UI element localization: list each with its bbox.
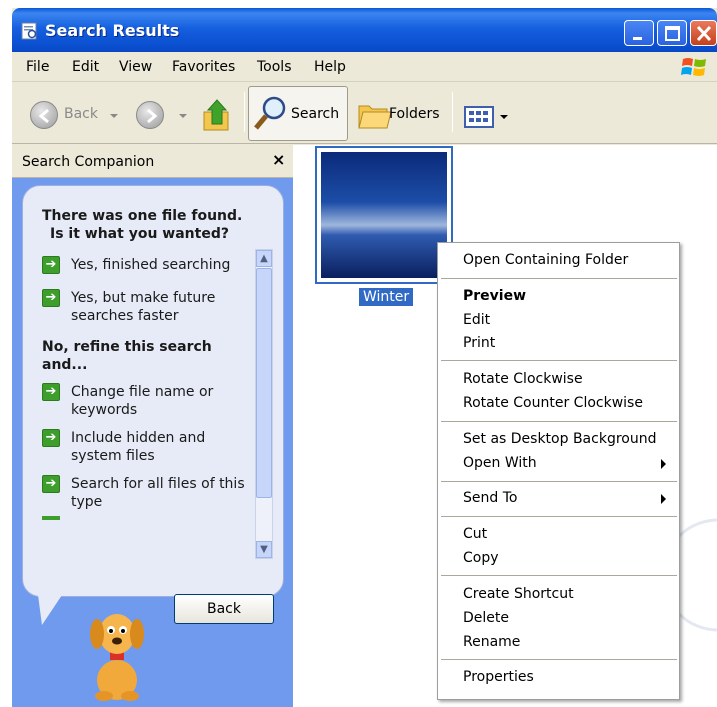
back-button-label[interactable]: Back bbox=[64, 106, 98, 122]
menu-create-shortcut[interactable]: Create Shortcut bbox=[463, 586, 574, 602]
up-folder-icon[interactable] bbox=[202, 96, 236, 134]
menu-edit[interactable]: Edit bbox=[72, 59, 99, 75]
menu-separator bbox=[441, 516, 677, 517]
title-bar[interactable]: Search Results bbox=[12, 8, 717, 52]
menu-rotate-clockwise[interactable]: Rotate Clockwise bbox=[463, 371, 583, 387]
option-include-hidden-files[interactable]: system files bbox=[71, 447, 155, 465]
balloon-tail bbox=[29, 595, 63, 625]
menu-copy[interactable]: Copy bbox=[463, 550, 499, 566]
option-make-searches-faster[interactable]: searches faster bbox=[71, 307, 179, 325]
menu-tools[interactable]: Tools bbox=[257, 59, 292, 75]
toolbar-separator bbox=[452, 92, 453, 132]
minimize-button[interactable] bbox=[624, 20, 654, 46]
search-icon bbox=[254, 96, 286, 130]
back-arrow-icon[interactable] bbox=[30, 101, 58, 129]
menu-edit-item[interactable]: Edit bbox=[463, 312, 490, 328]
views-icon[interactable] bbox=[464, 106, 494, 128]
menu-print[interactable]: Print bbox=[463, 335, 495, 351]
close-button[interactable] bbox=[690, 20, 717, 46]
option-search-all-files-of-type[interactable]: Search for all files of this bbox=[71, 475, 245, 493]
refine-heading: and... bbox=[42, 357, 88, 373]
menu-separator bbox=[441, 278, 677, 279]
menu-separator bbox=[441, 360, 677, 361]
window-title: Search Results bbox=[45, 21, 180, 40]
folders-icon[interactable] bbox=[357, 98, 393, 132]
scroll-up-icon[interactable]: ▲ bbox=[256, 250, 272, 267]
menu-bar: File Edit View Favorites Tools Help bbox=[12, 52, 717, 82]
option-make-searches-faster[interactable]: Yes, but make future bbox=[71, 289, 215, 307]
option-include-hidden-files[interactable]: Include hidden and bbox=[71, 429, 205, 447]
pane-title: Search Companion bbox=[22, 154, 155, 170]
forward-arrow-icon[interactable] bbox=[136, 101, 164, 129]
refine-heading: No, refine this search bbox=[42, 339, 212, 355]
menu-separator bbox=[441, 575, 677, 576]
windows-logo-icon bbox=[681, 58, 706, 76]
pane-close-icon[interactable]: × bbox=[272, 150, 285, 169]
maximize-button[interactable] bbox=[657, 20, 687, 46]
toolbar-separator bbox=[244, 92, 245, 132]
green-arrow-icon: ➔ bbox=[42, 256, 60, 274]
menu-open-containing-folder[interactable]: Open Containing Folder bbox=[463, 252, 628, 268]
submenu-arrow-icon bbox=[661, 459, 666, 469]
option-change-file-name[interactable]: keywords bbox=[71, 401, 137, 419]
green-arrow-icon: ➔ bbox=[42, 429, 60, 447]
option-finished-searching[interactable]: Yes, finished searching bbox=[71, 256, 230, 274]
menu-rename[interactable]: Rename bbox=[463, 634, 520, 650]
green-arrow-icon: ➔ bbox=[42, 383, 60, 401]
companion-back-button[interactable]: Back bbox=[174, 594, 274, 624]
green-arrow-icon: ➔ bbox=[42, 475, 60, 493]
menu-rotate-counter-clockwise[interactable]: Rotate Counter Clockwise bbox=[463, 395, 643, 411]
menu-preview[interactable]: Preview bbox=[463, 288, 526, 304]
menu-separator bbox=[441, 421, 677, 422]
menu-set-desktop-background[interactable]: Set as Desktop Background bbox=[463, 431, 656, 447]
forward-dropdown-icon[interactable] bbox=[179, 114, 187, 118]
search-dog-icon[interactable] bbox=[82, 608, 152, 703]
minimize-icon bbox=[633, 37, 642, 40]
search-button-label[interactable]: Search bbox=[291, 106, 339, 122]
option-change-file-name[interactable]: Change file name or bbox=[71, 383, 213, 401]
menu-file[interactable]: File bbox=[26, 59, 49, 75]
menu-delete[interactable]: Delete bbox=[463, 610, 509, 626]
search-companion-pane: Search Companion × There was one file fo… bbox=[12, 145, 293, 707]
menu-favorites[interactable]: Favorites bbox=[172, 59, 235, 75]
menu-cut[interactable]: Cut bbox=[463, 526, 487, 542]
file-label[interactable]: Winter bbox=[359, 288, 414, 306]
green-arrow-icon bbox=[42, 516, 60, 520]
pane-header: Search Companion × bbox=[12, 145, 293, 178]
option-search-all-files-of-type[interactable]: type bbox=[71, 493, 102, 511]
folders-button-label[interactable]: Folders bbox=[389, 106, 440, 122]
menu-separator bbox=[441, 659, 677, 660]
scroll-down-icon[interactable]: ▼ bbox=[256, 541, 272, 558]
menu-open-with[interactable]: Open With bbox=[463, 455, 537, 471]
menu-send-to[interactable]: Send To bbox=[463, 490, 517, 506]
companion-balloon: There was one file found. Is it what you… bbox=[22, 185, 284, 624]
maximize-icon bbox=[665, 26, 680, 41]
file-thumbnail[interactable] bbox=[315, 146, 453, 284]
search-window-icon bbox=[21, 22, 37, 40]
views-dropdown-icon[interactable] bbox=[500, 115, 508, 119]
menu-view[interactable]: View bbox=[119, 59, 152, 75]
question-text: There was one file found. bbox=[42, 208, 243, 224]
menu-properties[interactable]: Properties bbox=[463, 669, 534, 685]
submenu-arrow-icon bbox=[661, 494, 666, 504]
scroll-thumb[interactable] bbox=[256, 268, 272, 498]
menu-help[interactable]: Help bbox=[314, 59, 346, 75]
green-arrow-icon: ➔ bbox=[42, 289, 60, 307]
close-icon bbox=[696, 25, 712, 42]
back-dropdown-icon[interactable] bbox=[110, 114, 118, 118]
menu-separator bbox=[441, 481, 677, 482]
winter-image-thumbnail bbox=[321, 152, 447, 278]
question-text: Is it what you wanted? bbox=[50, 226, 229, 242]
balloon-scrollbar[interactable]: ▲ ▼ bbox=[255, 249, 273, 559]
context-menu: Open Containing Folder Preview Edit Prin… bbox=[437, 242, 680, 700]
